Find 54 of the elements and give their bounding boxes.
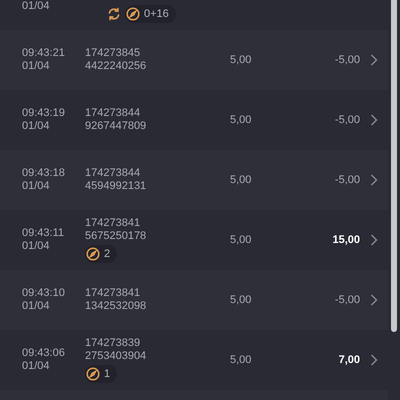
time-text: 09:43:18: [22, 167, 66, 180]
result-text: -5,00: [334, 52, 360, 68]
id-text: 5675250178: [85, 230, 148, 243]
count-badge: 1: [85, 365, 118, 383]
time-text: 09:43:06: [22, 347, 66, 360]
result-text: -5,00: [334, 172, 360, 188]
time-text: 09:43:10: [22, 287, 66, 300]
stake-text: 5,00: [230, 52, 252, 68]
chevron-right-icon[interactable]: [370, 174, 378, 186]
chevron-right-icon[interactable]: [370, 54, 378, 66]
count-badge: 2: [85, 245, 118, 263]
date-text: 01/04: [22, 120, 51, 133]
transaction-row[interactable]: 09:43:18 01/04 174273844 4594992131 5,00 -5,00: [0, 150, 388, 210]
id-text: 174273841: [85, 287, 142, 300]
result-text: 15,00: [331, 232, 360, 248]
date-text: 01/04: [22, 300, 51, 313]
date-text: 01/04: [22, 360, 51, 373]
result-text: -5,00: [334, 292, 360, 308]
result-text: 7,00: [338, 352, 360, 368]
id-text: 174273845: [85, 47, 142, 60]
id-text: 174273844: [85, 167, 142, 180]
time-text: 09:43:21: [22, 47, 66, 60]
time-text: 09:43:19: [22, 107, 66, 120]
compass-icon: [126, 7, 140, 21]
date-text: 01/04: [22, 60, 51, 73]
date-text: 01/04: [22, 0, 51, 13]
id-text: 9267447809: [85, 120, 148, 133]
stake-text: 5,00: [230, 232, 252, 248]
id-text: 4422240256: [85, 60, 148, 73]
transaction-row[interactable]: 09:43:10 01/04 174273841 1342532098 5,00 -5,00: [0, 270, 388, 330]
time-text: 09:43:11: [22, 227, 66, 240]
chevron-right-icon[interactable]: [370, 114, 378, 126]
count-badge: 0+16: [125, 5, 176, 23]
refresh-icon: [107, 7, 121, 21]
chevron-right-icon[interactable]: [370, 234, 378, 246]
stake-text: 5,00: [230, 172, 252, 188]
id-text: 174273844: [85, 107, 142, 120]
id-text: 174273839: [85, 337, 142, 350]
id-text: 2753403904: [85, 350, 148, 363]
compass-icon: [86, 247, 100, 261]
chevron-right-icon[interactable]: [370, 354, 378, 366]
id-text: 1342532098: [85, 300, 148, 313]
scrollbar-thumb[interactable]: [391, 0, 397, 332]
compass-icon: [86, 367, 100, 381]
id-text: 4594992131: [85, 180, 148, 193]
id-text: 174273841: [85, 217, 142, 230]
chevron-right-icon[interactable]: [370, 294, 378, 306]
transaction-row[interactable]: 09:43:21 01/04 174273845 4422240256 5,00 -5,00: [0, 30, 388, 90]
date-text: 01/04: [22, 240, 51, 253]
date-text: 01/04: [22, 180, 51, 193]
stake-text: 5,00: [230, 352, 252, 368]
result-text: -5,00: [334, 112, 360, 128]
stake-text: 5,00: [230, 292, 252, 308]
stake-text: 5,00: [230, 112, 252, 128]
